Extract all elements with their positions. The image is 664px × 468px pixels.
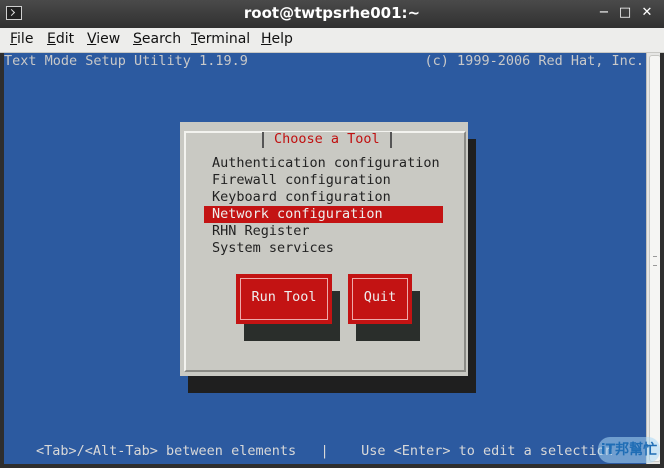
choose-tool-dialog: Choose a Tool Authentication configurati…: [180, 122, 468, 376]
menu-edit[interactable]: Edit: [47, 31, 74, 47]
run-tool-label: Run Tool: [240, 278, 328, 320]
scroll-grip-icon: [653, 256, 657, 266]
menu-file[interactable]: File: [10, 31, 33, 47]
window-border: [660, 53, 664, 468]
menu-view[interactable]: View: [87, 31, 120, 47]
tool-item-firewall[interactable]: Firewall configuration: [212, 172, 391, 188]
tool-item-rhn-register[interactable]: RHN Register: [212, 223, 310, 239]
run-tool-button[interactable]: Run Tool: [236, 274, 332, 324]
window-title: root@twtpsrhe001:~: [243, 4, 421, 22]
tool-item-authentication[interactable]: Authentication configuration: [212, 155, 440, 171]
tool-item-network-selected[interactable]: Network configuration: [204, 206, 443, 223]
menu-search[interactable]: Search: [133, 31, 181, 47]
maximize-button[interactable]: □: [617, 5, 633, 21]
quit-label: Quit: [352, 278, 408, 320]
close-button[interactable]: ✕: [639, 5, 655, 21]
scrollbar[interactable]: [646, 53, 661, 464]
watermark-logo: iT邦幫忙: [598, 437, 660, 463]
status-line: <Tab>/<Alt-Tab> between elements | Use <…: [36, 443, 614, 459]
header-right-text: (c) 1999-2006 Red Hat, Inc.: [424, 53, 644, 69]
tool-item-keyboard[interactable]: Keyboard configuration: [212, 189, 391, 205]
terminal-window: root@twtpsrhe001:~ − □ ✕ File Edit View …: [0, 0, 664, 468]
tool-item-system-services[interactable]: System services: [212, 240, 334, 256]
dialog-title: Choose a Tool: [262, 132, 392, 148]
minimize-button[interactable]: −: [596, 5, 612, 21]
title-bar[interactable]: root@twtpsrhe001:~ − □ ✕: [0, 0, 664, 28]
menu-bar: File Edit View Search Terminal Help: [0, 28, 664, 53]
terminal-screen[interactable]: Text Mode Setup Utility 1.19.9 (c) 1999-…: [4, 53, 646, 464]
menu-terminal[interactable]: Terminal: [191, 31, 250, 47]
quit-button[interactable]: Quit: [348, 274, 412, 324]
header-left-text: Text Mode Setup Utility 1.19.9: [4, 53, 248, 69]
menu-help[interactable]: Help: [261, 31, 293, 47]
